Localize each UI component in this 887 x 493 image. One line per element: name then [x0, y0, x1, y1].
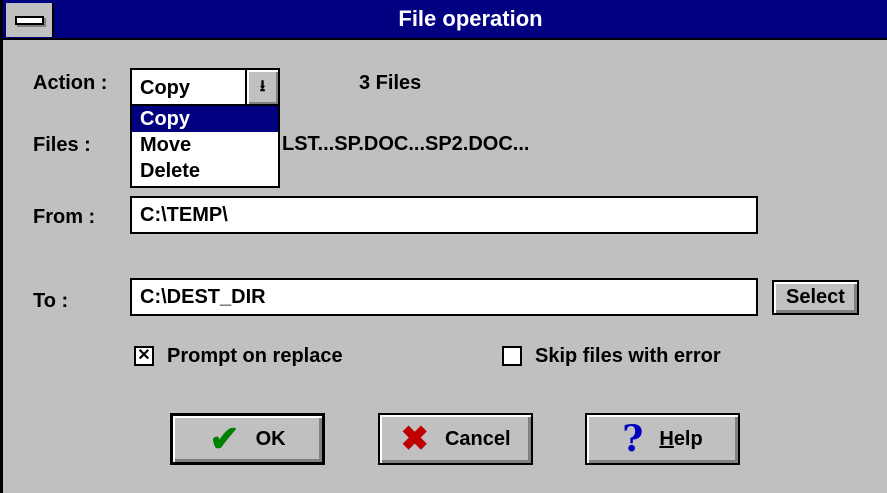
- help-button[interactable]: ? Help: [585, 413, 740, 465]
- title-bar: File operation: [3, 0, 887, 40]
- from-field-value: C:\TEMP\: [140, 204, 228, 226]
- to-field[interactable]: C:\DEST_DIR: [130, 278, 758, 316]
- dropdown-option-copy[interactable]: Copy: [132, 106, 278, 132]
- prompt-on-replace-label[interactable]: Prompt on replace: [167, 345, 343, 368]
- to-field-value: C:\DEST_DIR: [140, 286, 266, 308]
- check-icon: ✔: [209, 418, 240, 459]
- help-label-rest: elp: [673, 427, 703, 450]
- action-combobox-value: Copy: [140, 77, 190, 99]
- window-title: File operation: [398, 6, 543, 31]
- skip-files-with-error-checkbox[interactable]: [502, 346, 522, 366]
- files-list-text: LST...SP.DOC...SP2.DOC...: [282, 133, 530, 155]
- checkmark-x-icon: ✕: [137, 347, 151, 364]
- action-combobox[interactable]: Copy ⭳: [130, 68, 280, 106]
- dropdown-option-delete[interactable]: Delete: [132, 158, 278, 184]
- from-label: From :: [33, 206, 96, 228]
- action-label: Action :: [33, 72, 108, 94]
- system-menu-icon: [15, 16, 44, 25]
- help-mnemonic: H: [659, 427, 674, 450]
- dropdown-option-move[interactable]: Move: [132, 132, 278, 158]
- prompt-on-replace-checkbox[interactable]: ✕: [134, 346, 154, 366]
- from-field[interactable]: C:\TEMP\: [130, 196, 758, 234]
- ok-button-label: OK: [255, 427, 286, 450]
- file-operation-dialog: File operation Action : Copy ⭳ 3 Files F…: [0, 0, 887, 493]
- help-button-label: Help: [659, 428, 702, 451]
- cancel-button[interactable]: ✖ Cancel: [378, 413, 533, 465]
- ok-button[interactable]: ✔ OK: [170, 413, 325, 465]
- dropdown-arrow-button[interactable]: ⭳: [245, 70, 278, 104]
- select-button[interactable]: Select: [772, 280, 859, 315]
- arrow-down-icon: ⭳: [259, 78, 266, 95]
- skip-files-with-error-label[interactable]: Skip files with error: [535, 345, 721, 368]
- to-label: To :: [33, 290, 69, 312]
- files-label: Files :: [33, 134, 91, 156]
- question-icon: ?: [622, 418, 644, 460]
- system-menu-button[interactable]: [6, 3, 54, 37]
- file-count: 3 Files: [359, 72, 422, 94]
- cancel-button-label: Cancel: [444, 427, 511, 450]
- x-icon: ✖: [400, 420, 429, 458]
- action-dropdown-list: Copy Move Delete: [130, 106, 280, 188]
